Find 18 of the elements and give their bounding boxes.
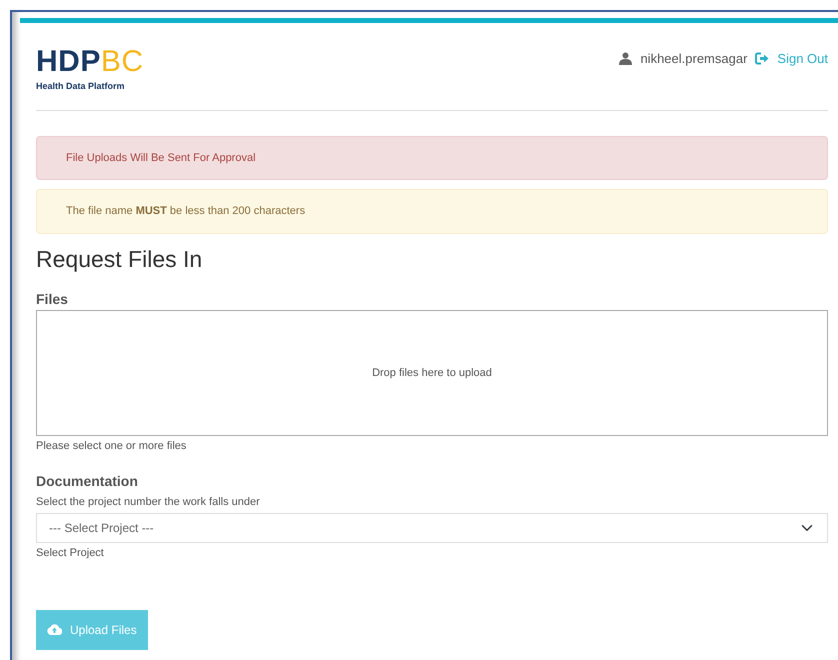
username: nikheel.premsagar [640, 50, 748, 68]
project-select[interactable]: --- Select Project --- [36, 513, 828, 544]
file-dropzone[interactable]: Drop files here to upload [36, 310, 828, 436]
field-hint: Select the project number the work falls under [36, 494, 261, 510]
help-text: Select Project [36, 546, 105, 562]
alert-message: The file name MUST be less than 200 characters [36, 189, 828, 234]
logo-subtitle: Health Data Platform [36, 80, 126, 93]
help-text: Please select one or more files [36, 439, 188, 454]
files-label: Files [36, 290, 69, 310]
page-title: Request Files In [36, 246, 204, 274]
sign-out-icon[interactable] [755, 52, 770, 66]
cloud-upload-icon [47, 624, 62, 636]
dropzone-text: Drop files here to upload [372, 366, 492, 381]
logo-text: HDP [36, 45, 101, 78]
user-icon [619, 52, 632, 66]
alert-message: File Uploads Will Be Sent For Approval [36, 136, 828, 180]
documentation-label: Documentation [36, 472, 139, 491]
logo-accent-text: BC [100, 45, 144, 78]
